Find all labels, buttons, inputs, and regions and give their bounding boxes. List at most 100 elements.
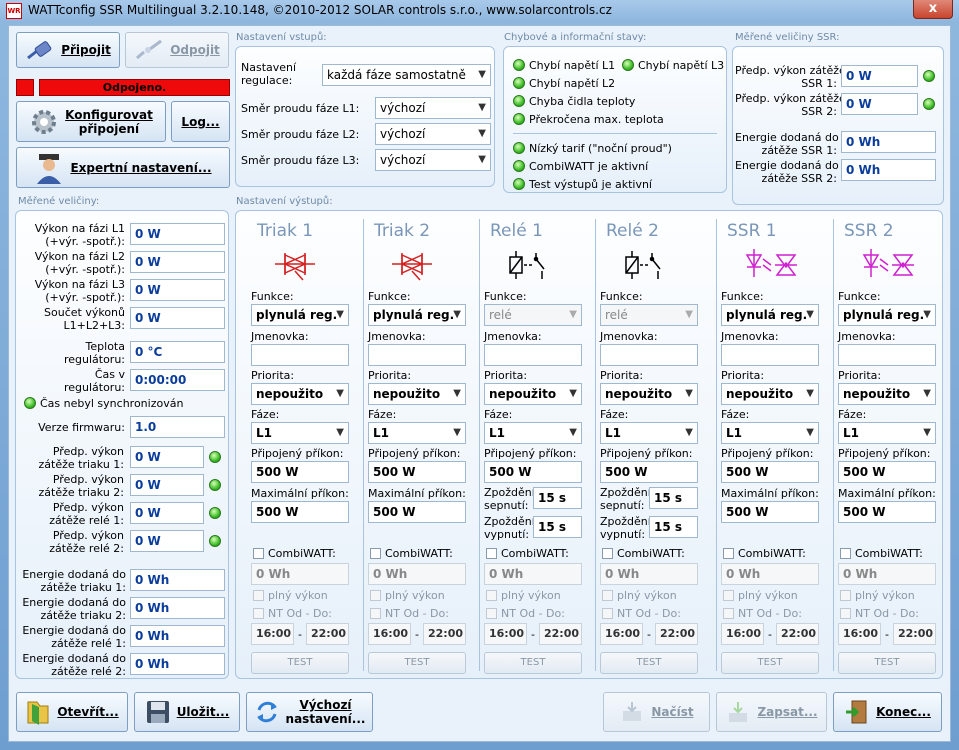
phase-l3-select[interactable]: výchozí ▼	[375, 149, 491, 171]
phase-select[interactable]: L1 ▼	[484, 422, 582, 444]
disconnect-button[interactable]: Odpojit	[125, 32, 229, 68]
priority-select[interactable]: nepoužito ▼	[251, 383, 349, 405]
expert-settings-button[interactable]: Expertní nastavení...	[16, 147, 230, 188]
nt-checkbox[interactable]	[602, 608, 613, 619]
connected-power-input[interactable]: 500 W	[721, 461, 819, 483]
nt-from-input[interactable]: 16:00	[368, 623, 411, 645]
priority-select[interactable]: nepoužito ▼	[600, 383, 698, 405]
name-input[interactable]	[721, 344, 819, 366]
phase-select[interactable]: L1 ▼	[368, 422, 466, 444]
max-power-input[interactable]: 500 W	[251, 501, 349, 523]
nt-from-input[interactable]: 16:00	[251, 623, 294, 645]
name-input[interactable]	[368, 344, 466, 366]
combiwatt-checkbox[interactable]	[840, 548, 851, 559]
nt-from-input[interactable]: 16:00	[484, 623, 527, 645]
connected-power-input[interactable]: 500 W	[251, 461, 349, 483]
phase-select[interactable]: L1 ▼	[721, 422, 819, 444]
phase-select[interactable]: L1 ▼	[251, 422, 349, 444]
function-select[interactable]: plynulá reg. ▼	[251, 304, 349, 326]
triac-icon	[275, 253, 315, 281]
floppy-disk-icon	[146, 701, 169, 723]
phase-l1-select[interactable]: výchozí ▼	[375, 97, 491, 119]
switch-off-delay-input[interactable]: 15 s	[533, 516, 582, 538]
nt-to-input[interactable]: 22:00	[776, 623, 819, 645]
connected-power-input[interactable]: 500 W	[484, 461, 582, 483]
nt-checkbox[interactable]	[253, 608, 264, 619]
priority-select[interactable]: nepoužito ▼	[838, 383, 936, 405]
switch-off-delay-input[interactable]: 15 s	[649, 516, 698, 538]
chevron-down-icon: ▼	[569, 309, 577, 320]
function-select[interactable]: plynulá reg. ▼	[838, 304, 936, 326]
defaults-button[interactable]: Výchozí nastavení...	[246, 692, 373, 732]
full-power-checkbox[interactable]	[253, 590, 264, 601]
full-power-checkbox[interactable]	[723, 590, 734, 601]
nt-to-input[interactable]: 22:00	[893, 623, 936, 645]
nt-from-input[interactable]: 16:00	[721, 623, 764, 645]
nt-from-input[interactable]: 16:00	[838, 623, 881, 645]
phase-l2-select[interactable]: výchozí ▼	[375, 123, 491, 145]
function-select[interactable]: relé ▼	[600, 304, 698, 326]
nt-checkbox[interactable]	[370, 608, 381, 619]
full-power-checkbox[interactable]	[602, 590, 613, 601]
exit-button[interactable]: Konec...	[833, 692, 942, 732]
connected-power-input[interactable]: 500 W	[368, 461, 466, 483]
nt-checkbox[interactable]	[723, 608, 734, 619]
combiwatt-checkbox[interactable]	[370, 548, 381, 559]
switch-on-delay-input[interactable]: 15 s	[649, 487, 698, 509]
nt-to-input[interactable]: 22:00	[655, 623, 698, 645]
max-power-input[interactable]: 500 W	[721, 501, 819, 523]
open-button[interactable]: Otevřít...	[16, 692, 128, 732]
nt-to-input[interactable]: 22:00	[423, 623, 466, 645]
chevron-down-icon: ▼	[806, 427, 814, 438]
full-power-checkbox[interactable]	[486, 590, 497, 601]
name-input[interactable]	[484, 344, 582, 366]
function-select[interactable]: relé ▼	[484, 304, 582, 326]
full-power-checkbox[interactable]	[840, 590, 851, 601]
regulation-select[interactable]: každá fáze samostatně ▼	[322, 64, 491, 86]
test-button[interactable]: TEST	[600, 652, 698, 674]
name-input[interactable]	[251, 344, 349, 366]
connected-power-input[interactable]: 500 W	[838, 461, 936, 483]
connect-button[interactable]: Připojit	[16, 32, 120, 68]
priority-select[interactable]: nepoužito ▼	[484, 383, 582, 405]
test-button[interactable]: TEST	[251, 652, 349, 674]
test-button[interactable]: TEST	[368, 652, 466, 674]
max-power-input[interactable]: 500 W	[368, 501, 466, 523]
name-input[interactable]	[838, 344, 936, 366]
chevron-down-icon: ▼	[923, 427, 931, 438]
function-select[interactable]: plynulá reg. ▼	[721, 304, 819, 326]
name-input[interactable]	[600, 344, 698, 366]
priority-select[interactable]: nepoužito ▼	[721, 383, 819, 405]
close-button[interactable]: x	[913, 0, 953, 19]
configure-connection-button[interactable]: Konfigurovat připojení	[16, 101, 166, 142]
test-button[interactable]: TEST	[721, 652, 819, 674]
nt-checkbox[interactable]	[486, 608, 497, 619]
chevron-down-icon: ▼	[569, 427, 577, 438]
combiwatt-checkbox[interactable]	[253, 548, 264, 559]
nt-from-input[interactable]: 16:00	[600, 623, 643, 645]
write-button[interactable]: Zapsat...	[716, 692, 827, 732]
function-label: Funkce:	[484, 290, 527, 303]
priority-select[interactable]: nepoužito ▼	[368, 383, 466, 405]
full-power-label: plný výkon	[501, 589, 561, 602]
nt-to-input[interactable]: 22:00	[539, 623, 582, 645]
nt-checkbox[interactable]	[840, 608, 851, 619]
full-power-checkbox[interactable]	[370, 590, 381, 601]
test-button[interactable]: TEST	[838, 652, 936, 674]
measured-value: 0:00:00	[130, 369, 225, 391]
full-power-label: plný výkon	[855, 589, 915, 602]
combiwatt-checkbox[interactable]	[723, 548, 734, 559]
load-button[interactable]: Načíst	[603, 692, 710, 732]
combiwatt-checkbox[interactable]	[602, 548, 613, 559]
test-button[interactable]: TEST	[484, 652, 582, 674]
combiwatt-checkbox[interactable]	[486, 548, 497, 559]
log-button[interactable]: Log...	[171, 101, 230, 142]
phase-select[interactable]: L1 ▼	[600, 422, 698, 444]
nt-to-input[interactable]: 22:00	[306, 623, 349, 645]
function-select[interactable]: plynulá reg. ▼	[368, 304, 466, 326]
switch-on-delay-input[interactable]: 15 s	[533, 487, 582, 509]
save-button[interactable]: Uložit...	[134, 692, 240, 732]
max-power-input[interactable]: 500 W	[838, 501, 936, 523]
connected-power-input[interactable]: 500 W	[600, 461, 698, 483]
phase-select[interactable]: L1 ▼	[838, 422, 936, 444]
